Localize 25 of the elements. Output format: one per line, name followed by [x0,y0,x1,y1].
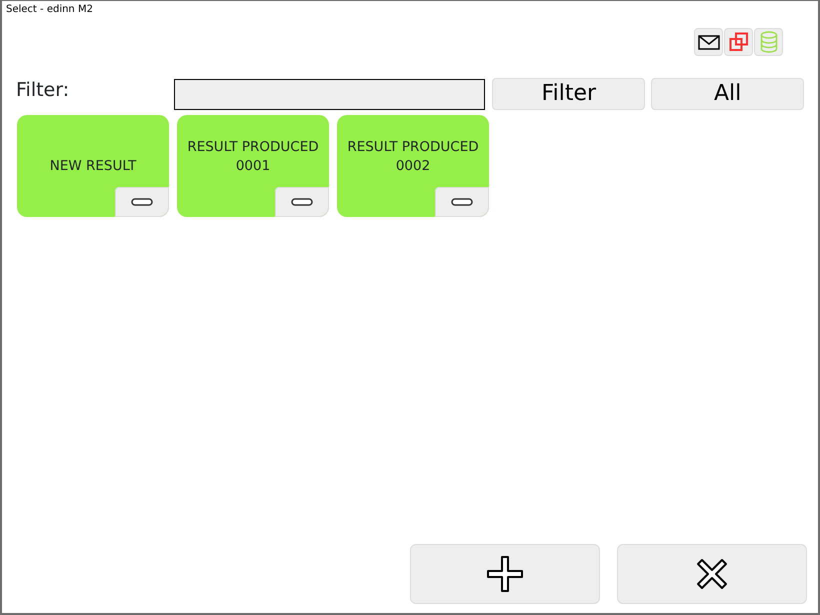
filter-label: Filter: [16,78,70,103]
minus-icon [131,198,153,206]
overlapping-squares-icon [728,32,748,52]
close-button[interactable] [617,544,807,604]
minus-icon [451,198,473,206]
window-title: Select - edinn M2 [5,3,94,16]
result-label: RESULT PRODUCED 0002 [346,138,480,176]
result-tile[interactable]: NEW RESULT [17,115,169,217]
filter-field[interactable] [174,78,486,110]
result-label: RESULT PRODUCED 0001 [186,138,320,176]
result-tile[interactable]: RESULT PRODUCED 0001 [177,115,329,217]
envelope-icon [698,34,720,50]
result-tile[interactable]: RESULT PRODUCED 0002 [337,115,489,217]
remove-button[interactable] [435,187,489,217]
add-button[interactable] [410,544,600,604]
result-label: NEW RESULT [48,156,138,176]
filter-button[interactable]: Filter [492,78,646,110]
remove-button[interactable] [115,187,169,217]
remove-button[interactable] [275,187,329,217]
all-button[interactable]: All [651,78,804,110]
mail-button[interactable] [694,28,723,56]
close-icon [695,557,729,591]
minus-icon [291,198,313,206]
database-icon [760,31,778,53]
plus-icon [486,555,524,593]
